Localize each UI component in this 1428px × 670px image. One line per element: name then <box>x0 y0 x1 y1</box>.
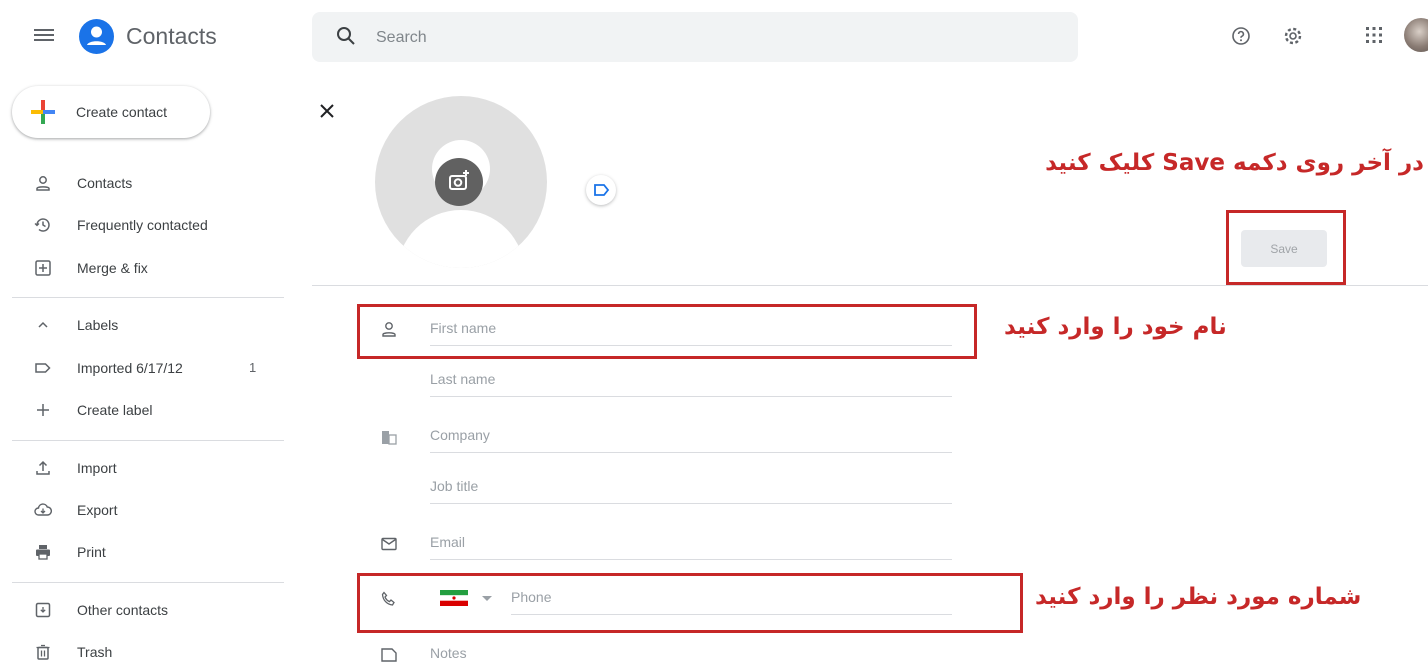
search-bar[interactable] <box>312 12 1078 64</box>
sidebar-item-print[interactable]: Print <box>0 534 290 570</box>
cloud-download-icon <box>34 503 52 516</box>
sidebar-divider <box>12 297 284 298</box>
sidebar-item-label: Contacts <box>77 175 133 191</box>
settings-gear-icon[interactable] <box>1282 25 1304 47</box>
colorful-plus-icon <box>31 100 55 124</box>
company-field[interactable] <box>430 418 952 453</box>
sidebar-item-label: Other contacts <box>77 602 169 618</box>
notes-icon <box>381 648 397 662</box>
sidebar-item-trash[interactable]: Trash <box>0 634 290 670</box>
sidebar-labels-toggle[interactable]: Labels <box>0 307 290 343</box>
help-icon[interactable] <box>1231 26 1251 46</box>
upload-icon <box>36 460 50 475</box>
contacts-logo-icon <box>79 19 114 54</box>
building-icon <box>382 431 397 445</box>
merge-icon <box>35 260 51 276</box>
account-avatar[interactable] <box>1404 18 1428 52</box>
email-field[interactable] <box>430 525 952 560</box>
label-count: 1 <box>249 360 257 375</box>
header-divider <box>312 285 1428 286</box>
sidebar-item-label: Import <box>77 460 117 476</box>
phone-hint-annotation: شماره مورد نظر را وارد کنید <box>1035 584 1362 610</box>
label-icon <box>35 363 51 373</box>
sidebar-item-contacts[interactable]: Contacts <box>0 165 290 201</box>
search-input[interactable] <box>374 12 1018 64</box>
name-hint-annotation: نام خود را وارد کنید <box>1004 314 1227 340</box>
email-icon <box>381 537 397 551</box>
sidebar-item-label: Export <box>77 502 118 518</box>
printer-icon <box>36 545 50 560</box>
sidebar-item-frequently-contacted[interactable]: Frequently contacted <box>0 207 290 243</box>
create-contact-button[interactable]: Create contact <box>12 86 210 138</box>
sidebar-divider <box>12 440 284 441</box>
apps-grid-icon[interactable] <box>1365 26 1383 44</box>
sidebar-item-imported-label[interactable]: Imported 6/17/12 1 <box>0 350 290 386</box>
sidebar-item-label: Create label <box>77 402 153 418</box>
save-hint-annotation: در آخر روی دکمه Save کلیک کنید <box>1045 150 1424 176</box>
sidebar-item-label: Print <box>77 544 106 560</box>
app-title: Contacts <box>126 23 217 49</box>
notes-field[interactable] <box>430 642 952 664</box>
archive-icon <box>35 602 51 618</box>
label-icon <box>594 184 610 196</box>
sidebar-item-import[interactable]: Import <box>0 450 290 486</box>
close-icon[interactable] <box>318 102 336 120</box>
sidebar-item-create-label[interactable]: Create label <box>0 392 290 428</box>
phone-highlight-box <box>357 573 1023 633</box>
add-label-button[interactable] <box>586 175 616 205</box>
chevron-up-icon <box>38 321 48 328</box>
sidebar-item-label: Frequently contacted <box>77 217 208 233</box>
last-name-field[interactable] <box>430 362 952 397</box>
create-contact-label: Create contact <box>76 104 168 120</box>
first-name-highlight-box <box>357 304 977 359</box>
sidebar-item-other-contacts[interactable]: Other contacts <box>0 592 290 628</box>
person-icon <box>36 176 50 191</box>
plus-icon <box>37 404 49 416</box>
add-photo-button[interactable] <box>435 158 483 206</box>
main-menu-icon[interactable] <box>34 26 54 46</box>
sidebar-item-label: Trash <box>77 644 113 660</box>
sidebar-item-merge-fix[interactable]: Merge & fix <box>0 250 290 286</box>
save-highlight-box <box>1226 210 1346 285</box>
sidebar-item-label: Labels <box>77 317 119 333</box>
job-title-field[interactable] <box>430 469 952 504</box>
search-icon[interactable] <box>336 26 356 46</box>
add-photo-icon <box>449 170 469 190</box>
sidebar-item-label: Merge & fix <box>77 260 148 276</box>
history-icon <box>34 218 50 232</box>
trash-icon <box>36 644 50 660</box>
sidebar-item-label: Imported 6/17/12 <box>77 360 183 376</box>
sidebar-item-export[interactable]: Export <box>0 492 290 528</box>
sidebar-divider <box>12 582 284 583</box>
